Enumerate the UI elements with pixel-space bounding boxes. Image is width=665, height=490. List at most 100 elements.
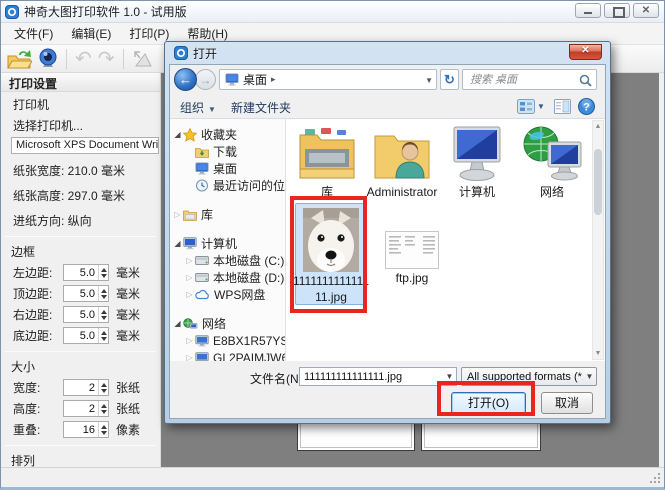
redo-icon[interactable]: ↷: [98, 49, 115, 69]
step-down-icon[interactable]: [101, 295, 107, 299]
margin-left-stepper[interactable]: [98, 265, 108, 280]
refresh-button[interactable]: ↻: [440, 69, 459, 90]
step-up-icon[interactable]: [101, 331, 107, 335]
views-dropdown-icon[interactable]: ▼: [537, 102, 545, 111]
margin-bottom-unit: 毫米: [116, 327, 140, 344]
file-item-libraries[interactable]: 库: [290, 121, 364, 199]
skew-icon[interactable]: [132, 49, 154, 69]
margin-top-input[interactable]: 5.0: [63, 285, 109, 302]
divider: [5, 351, 156, 352]
help-button[interactable]: ?: [578, 98, 595, 115]
tree-item-network[interactable]: ◢网络: [170, 315, 285, 332]
size-width-input[interactable]: 2: [63, 379, 109, 396]
expander-collapsed-icon[interactable]: ▷: [184, 336, 195, 345]
step-up-icon[interactable]: [101, 268, 107, 272]
size-height-stepper[interactable]: [98, 401, 108, 416]
tree-item-desktop[interactable]: 桌面: [170, 160, 285, 177]
size-width-stepper[interactable]: [98, 380, 108, 395]
expander-collapsed-icon[interactable]: ▷: [184, 290, 195, 299]
expander-collapsed-icon[interactable]: ▷: [172, 210, 183, 219]
tree-item-net-node-1[interactable]: ▷E8BX1R57YSVU: [170, 332, 285, 349]
margin-bottom-stepper[interactable]: [98, 328, 108, 343]
step-up-icon[interactable]: [101, 289, 107, 293]
step-down-icon[interactable]: [101, 316, 107, 320]
tree-item-disk-d[interactable]: ▷本地磁盘 (D:): [170, 269, 285, 286]
margin-bottom-input[interactable]: 5.0: [63, 327, 109, 344]
back-button[interactable]: [174, 68, 197, 91]
resize-grip[interactable]: [649, 472, 661, 484]
breadcrumb-location[interactable]: 桌面: [243, 71, 267, 88]
list-scrollbar[interactable]: ▲ ▼: [592, 120, 604, 360]
size-overlap-input[interactable]: 16: [63, 421, 109, 438]
margin-right-label: 右边距:: [13, 306, 63, 323]
file-item-network[interactable]: 网络: [515, 121, 589, 199]
tree-item-disk-c[interactable]: ▷本地磁盘 (C:): [170, 252, 285, 269]
size-overlap-stepper[interactable]: [98, 422, 108, 437]
search-input[interactable]: [468, 72, 576, 87]
disk-drive-icon: [195, 255, 209, 266]
step-down-icon[interactable]: [101, 389, 107, 393]
tree-item-downloads[interactable]: 下载: [170, 143, 285, 160]
size-width-unit: 张纸: [116, 379, 140, 396]
select-printer-label[interactable]: 选择打印机...: [13, 117, 160, 134]
tree-item-libraries[interactable]: ▷库: [170, 206, 285, 223]
breadcrumb[interactable]: 桌面 ▸ ▼: [219, 69, 437, 90]
list-scroll-thumb[interactable]: [594, 149, 602, 215]
dialog-close-button[interactable]: [569, 44, 602, 60]
forward-button[interactable]: [195, 69, 216, 90]
undo-icon[interactable]: ↶: [75, 49, 92, 69]
step-up-icon[interactable]: [101, 425, 107, 429]
menu-file[interactable]: 文件(F): [5, 22, 62, 45]
camera-icon[interactable]: [38, 48, 58, 69]
margin-right-input[interactable]: 5.0: [63, 306, 109, 323]
tree-item-label: 计算机: [201, 235, 237, 252]
filename-dropdown-icon[interactable]: ▼: [443, 372, 456, 381]
step-up-icon[interactable]: [101, 383, 107, 387]
cancel-button[interactable]: 取消: [541, 392, 593, 414]
file-item-ftp-file[interactable]: ftp.jpg: [376, 203, 448, 305]
printer-select[interactable]: Microsoft XPS Document Writer: [11, 137, 159, 154]
file-item-administrator[interactable]: Administrator: [365, 121, 439, 199]
tree-item-net-node-2[interactable]: ▷GL2PAIMJW6M: [170, 349, 285, 361]
open-image-icon[interactable]: [6, 48, 32, 70]
filename-input[interactable]: [300, 370, 443, 384]
views-button[interactable]: [517, 99, 535, 114]
scroll-up-icon[interactable]: ▲: [593, 123, 603, 130]
preview-pane-button[interactable]: [554, 99, 571, 114]
step-up-icon[interactable]: [101, 404, 107, 408]
step-down-icon[interactable]: [101, 274, 107, 278]
organize-button[interactable]: 组织▼: [180, 99, 216, 116]
step-down-icon[interactable]: [101, 337, 107, 341]
file-item-computer[interactable]: 计算机: [440, 121, 514, 199]
expander-expanded-icon[interactable]: ◢: [172, 319, 183, 328]
expander-expanded-icon[interactable]: ◢: [172, 239, 183, 248]
expander-collapsed-icon[interactable]: ▷: [184, 273, 195, 282]
computer-large-icon: [446, 125, 508, 183]
file-item-label: Administrator: [367, 186, 438, 199]
close-button[interactable]: [633, 3, 659, 18]
size-height-input[interactable]: 2: [63, 400, 109, 417]
tree-item-favorites[interactable]: ◢收藏夹: [170, 126, 285, 143]
tree-item-recent-places[interactable]: 最近访问的位置: [170, 177, 285, 194]
breadcrumb-dropdown-icon[interactable]: ▼: [425, 76, 433, 85]
expander-collapsed-icon[interactable]: ▷: [184, 353, 195, 361]
expander-expanded-icon[interactable]: ◢: [172, 130, 183, 139]
margin-top-stepper[interactable]: [98, 286, 108, 301]
step-down-icon[interactable]: [101, 410, 107, 414]
menu-edit[interactable]: 编辑(E): [62, 22, 120, 45]
dialog-body: ◢收藏夹下载桌面最近访问的位置▷库◢计算机▷本地磁盘 (C:)▷本地磁盘 (D:…: [170, 119, 605, 361]
new-folder-button[interactable]: 新建文件夹: [231, 99, 291, 116]
breadcrumb-chevron-icon[interactable]: ▸: [271, 74, 276, 85]
step-down-icon[interactable]: [101, 431, 107, 435]
scroll-down-icon[interactable]: ▼: [593, 350, 603, 357]
tree-item-computer[interactable]: ◢ 计算机: [170, 235, 285, 252]
minimize-button[interactable]: [575, 3, 601, 18]
step-up-icon[interactable]: [101, 310, 107, 314]
cloud-drive-icon: [195, 289, 210, 300]
tree-item-wps-cloud[interactable]: ▷WPS网盘: [170, 286, 285, 303]
expander-collapsed-icon[interactable]: ▷: [184, 256, 195, 265]
margin-left-input[interactable]: 5.0: [63, 264, 109, 281]
desktop-mini-icon: [225, 73, 239, 86]
margin-right-stepper[interactable]: [98, 307, 108, 322]
maximize-button[interactable]: [604, 3, 630, 18]
